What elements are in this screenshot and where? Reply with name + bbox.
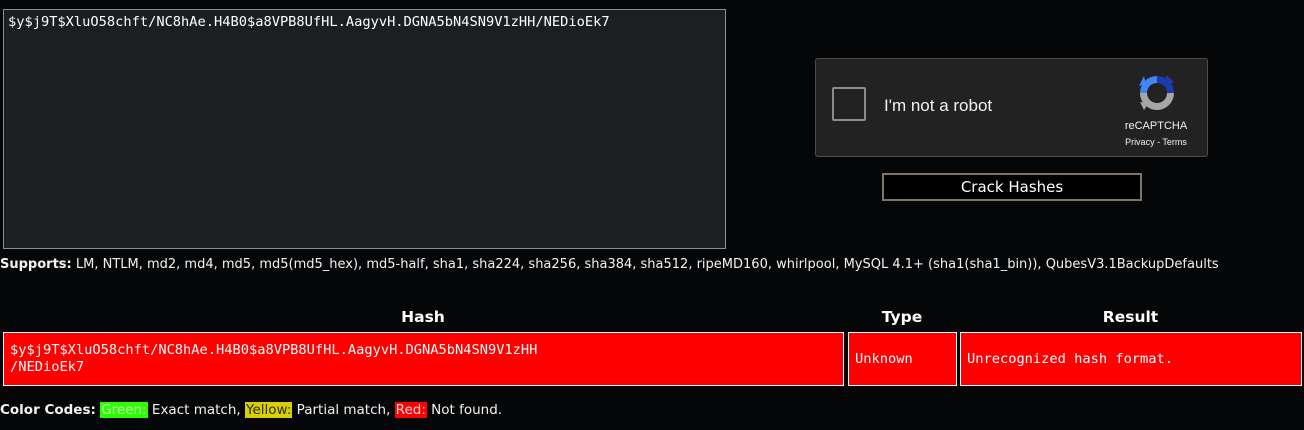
- column-header-type: Type: [881, 308, 923, 326]
- recaptcha-checkbox[interactable]: [832, 87, 866, 121]
- recaptcha-links: Privacy - Terms: [1108, 137, 1204, 147]
- legend-yellow-desc: Partial match,: [292, 402, 395, 418]
- supports-label: Supports:: [0, 257, 72, 272]
- legend-red-swatch: Red:: [394, 402, 427, 418]
- column-header-result: Result: [1102, 308, 1159, 326]
- supported-algorithms: Supports: LM, NTLM, md2, md4, md5, md5(m…: [0, 257, 1290, 273]
- recaptcha-privacy-link[interactable]: Privacy: [1125, 137, 1155, 147]
- result-hash-line-1: $y$j9T$XluO58chft/NC8hAe.H4B0$a8VPB8UfHL…: [10, 342, 538, 358]
- recaptcha-label: I'm not a robot: [884, 96, 993, 115]
- column-header-hash: Hash: [401, 308, 445, 326]
- result-status-cell: Unrecognized hash format.: [960, 332, 1302, 386]
- legend-red-desc: Not found.: [426, 402, 503, 418]
- supports-list: LM, NTLM, md2, md4, md5, md5(md5_hex), m…: [71, 257, 1219, 272]
- result-hash-cell: $y$j9T$XluO58chft/NC8hAe.H4B0$a8VPB8UfHL…: [3, 332, 844, 386]
- recaptcha-logo-icon: [1139, 75, 1174, 110]
- result-type-cell: Unknown: [848, 332, 957, 386]
- recaptcha-widget: I'm not a robot reCAPTCHA Privacy - Term…: [815, 58, 1208, 157]
- hash-input-textarea[interactable]: $y$j9T$XluO58chft/NC8hAe.H4B0$a8VPB8UfHL…: [3, 9, 726, 249]
- legend-green-desc: Exact match,: [147, 402, 245, 418]
- recaptcha-brand: reCAPTCHA: [1124, 120, 1188, 132]
- result-hash-line-2: /NEDioEk7: [10, 359, 85, 375]
- recaptcha-terms-link[interactable]: Terms: [1162, 137, 1187, 147]
- crack-hashes-button[interactable]: Crack Hashes: [882, 173, 1142, 201]
- color-codes-label: Color Codes:: [0, 402, 96, 418]
- legend-green-swatch: Green:: [100, 402, 148, 418]
- legend-yellow-swatch: Yellow:: [245, 402, 293, 418]
- hash-cracker-page: $y$j9T$XluO58chft/NC8hAe.H4B0$a8VPB8UfHL…: [0, 0, 1304, 430]
- color-codes-legend: Color Codes: Green: Exact match, Yellow:…: [0, 402, 502, 418]
